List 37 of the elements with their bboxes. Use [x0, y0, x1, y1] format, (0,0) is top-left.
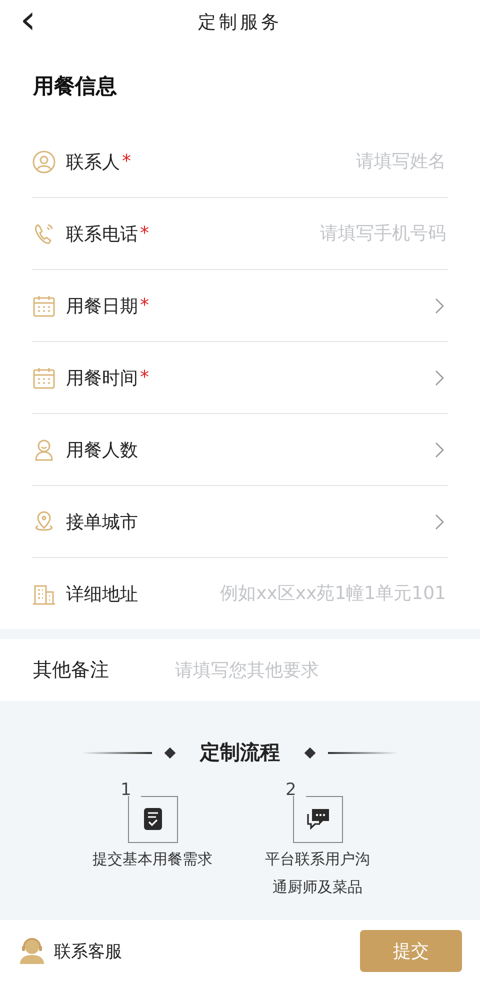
headset-person-icon[interactable]	[18, 938, 46, 964]
input-field[interactable]: 例如xx区xx苑1幢1单元101	[138, 582, 448, 605]
calendar-icon	[32, 294, 56, 318]
required-mark: *	[122, 151, 131, 172]
person-icon	[32, 150, 56, 174]
input-field[interactable]: 请填写您其他要求	[173, 658, 447, 682]
required-mark: *	[140, 367, 149, 388]
divider-line	[328, 752, 398, 754]
field-label: 用餐人数	[66, 438, 138, 462]
input-field[interactable]: 请填写手机号码	[149, 222, 448, 245]
field-label: 用餐时间	[66, 366, 138, 390]
chevron-right-icon[interactable]	[435, 514, 444, 530]
step-number: 2	[286, 780, 296, 800]
required-mark: *	[140, 295, 149, 316]
field-label: 其他备注	[33, 658, 110, 683]
step-text: 平台联系用户沟 通厨师及菜品	[265, 849, 370, 898]
section-title: 用餐信息	[33, 73, 118, 100]
field-label: 用餐日期	[66, 294, 138, 318]
field-label: 详细地址	[66, 582, 138, 606]
chevron-right-icon[interactable]	[435, 298, 444, 314]
step-number: 1	[120, 780, 132, 800]
page-title: 定制服务	[198, 11, 282, 34]
calendar-icon	[32, 366, 56, 390]
customer-service-link[interactable]: 联系客服	[54, 940, 122, 962]
chevron-right-icon[interactable]	[435, 370, 444, 386]
checklist-icon	[144, 808, 162, 830]
field-label: 联系人	[66, 150, 120, 174]
field-label: 联系电话	[66, 222, 138, 246]
required-mark: *	[140, 223, 149, 244]
input-field[interactable]: 请填写姓名	[131, 150, 448, 173]
field-label: 接单城市	[66, 510, 138, 534]
step-text: 提交基本用餐需求	[92, 849, 212, 870]
divider-line	[82, 752, 152, 754]
chevron-right-icon[interactable]	[435, 442, 444, 458]
chat-icon	[306, 808, 330, 830]
back-button[interactable]: ‹	[14, 2, 42, 38]
process-title: 定制流程	[200, 739, 280, 766]
